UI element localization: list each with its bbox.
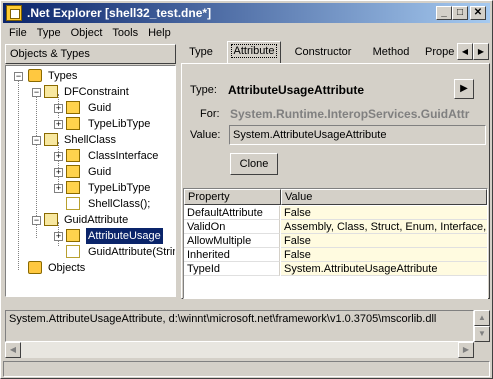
menu-help[interactable]: Help [144, 24, 175, 42]
tab-method[interactable]: Method [365, 43, 417, 63]
property-value[interactable]: System.AttributeUsageAttribute [281, 262, 487, 276]
tree-node-label: GuidAttribute [64, 214, 129, 226]
property-name: TypeId [184, 262, 280, 276]
status-bar [3, 361, 490, 377]
maximize-button[interactable]: □ [452, 6, 468, 20]
menu-type[interactable]: Type [33, 24, 65, 42]
for-label: For: [200, 108, 220, 120]
column-header-property[interactable]: Property [184, 189, 281, 205]
type-icon [66, 229, 80, 242]
tab-property[interactable]: Prope [425, 43, 459, 63]
status-output: System.AttributeUsageAttribute, d:\winnt… [5, 310, 474, 342]
type-icon [66, 165, 80, 178]
type-icon [66, 181, 80, 194]
expand-icon[interactable]: + [54, 232, 63, 241]
expand-icon[interactable]: + [54, 104, 63, 113]
tree-node-label: GuidAttribute(Strin [88, 246, 176, 258]
expand-icon[interactable]: + [54, 120, 63, 129]
scroll-down-button[interactable]: ▼ [474, 326, 490, 342]
table-row[interactable]: ValidOn Assembly, Class, Struct, Enum, I… [184, 220, 487, 234]
table-row[interactable]: Inherited False [184, 248, 487, 262]
property-value[interactable]: False [281, 248, 487, 262]
method-icon [66, 197, 80, 210]
minimize-button[interactable]: _ [436, 6, 452, 20]
tree-node-label: ShellClass [64, 134, 116, 146]
namespace-icon [28, 69, 42, 82]
tree-header: Objects & Types [5, 44, 176, 64]
menu-object[interactable]: Object [67, 24, 107, 42]
class-icon [44, 85, 58, 98]
property-value[interactable]: False [281, 206, 487, 220]
collapse-icon[interactable]: − [32, 136, 41, 145]
collapse-icon[interactable]: − [32, 216, 41, 225]
tree-node-label: Guid [88, 166, 112, 178]
method-icon [66, 245, 80, 258]
for-value: System.Runtime.InteropServices.GuidAttr [230, 107, 470, 121]
table-row[interactable]: DefaultAttribute False [184, 206, 487, 220]
tab-scroll-right-button[interactable]: ▶ [473, 43, 489, 60]
tab-strip: Type Attribute Constructor Method Prope … [181, 41, 490, 63]
menu-tools[interactable]: Tools [108, 24, 142, 42]
tab-label: Prope [425, 46, 455, 58]
type-label: Type: [190, 84, 217, 96]
tree-node-label: DFConstraint [64, 86, 129, 98]
title-bar[interactable]: .Net Explorer [shell32_test.dne*] _ □ ✕ [3, 3, 490, 23]
type-icon [66, 117, 80, 130]
expand-icon[interactable]: + [54, 152, 63, 161]
scroll-up-button[interactable]: ▲ [474, 310, 490, 326]
tree-line [18, 78, 19, 270]
main-window: .Net Explorer [shell32_test.dne*] _ □ ✕ … [0, 0, 493, 379]
tree-node-label: Guid [88, 102, 112, 114]
property-name: AllowMultiple [184, 234, 280, 248]
clone-button[interactable]: Clone [230, 153, 278, 175]
scroll-right-button[interactable]: ▶ [458, 342, 474, 358]
property-value[interactable]: Assembly, Class, Struct, Enum, Interface… [281, 220, 487, 234]
type-icon [66, 101, 80, 114]
property-name: ValidOn [184, 220, 280, 234]
tree-node-label: ShellClass(); [88, 198, 151, 210]
scroll-left-button[interactable]: ◀ [5, 342, 21, 358]
status-horizontal-scrollbar[interactable]: ◀ ▶ [5, 342, 474, 358]
tree-node-label: ClassInterface [88, 150, 159, 162]
navigate-type-button[interactable]: ▶ [454, 79, 474, 99]
type-icon [66, 149, 80, 162]
folder-icon [28, 261, 42, 274]
collapse-icon[interactable]: − [14, 72, 23, 81]
value-field[interactable]: System.AttributeUsageAttribute [229, 125, 486, 145]
tree-node-label: TypeLibType [88, 182, 151, 194]
app-icon [6, 5, 22, 21]
class-icon [44, 133, 58, 146]
class-icon [44, 213, 58, 226]
menu-bar: File Type Object Tools Help [3, 24, 490, 42]
tab-label: Type [189, 46, 213, 58]
tab-constructor[interactable]: Constructor [289, 43, 357, 63]
tree-node-label: Objects [48, 262, 86, 274]
tab-attribute[interactable]: Attribute [227, 41, 281, 63]
property-name: DefaultAttribute [184, 206, 280, 220]
tab-label: Constructor [294, 46, 352, 58]
type-value: AttributeUsageAttribute [228, 83, 365, 97]
tab-type[interactable]: Type [183, 43, 219, 63]
object-tree[interactable]: − Types − DFConstraint + Guid + TypeLibT… [5, 65, 176, 297]
table-row[interactable]: TypeId System.AttributeUsageAttribute [184, 262, 487, 276]
column-header-value[interactable]: Value [281, 189, 487, 205]
tree-node-label: TypeLibType [88, 118, 151, 130]
property-name: Inherited [184, 248, 280, 262]
tab-scroll-left-button[interactable]: ◀ [457, 43, 473, 60]
close-button[interactable]: ✕ [470, 6, 486, 20]
tab-label: Method [372, 46, 410, 58]
tree-node-label-selected: AttributeUsage [86, 228, 163, 244]
status-vertical-scrollbar[interactable]: ▲ ▼ [474, 310, 490, 342]
collapse-icon[interactable]: − [32, 88, 41, 97]
tab-label: Attribute [230, 44, 278, 58]
property-value[interactable]: False [281, 234, 487, 248]
expand-icon[interactable]: + [54, 184, 63, 193]
window-title: .Net Explorer [shell32_test.dne*] [27, 6, 212, 20]
expand-icon[interactable]: + [54, 168, 63, 177]
property-grid[interactable]: Property Value DefaultAttribute False Va… [183, 188, 488, 299]
tree-node-label: Types [48, 70, 78, 82]
table-row[interactable]: AllowMultiple False [184, 234, 487, 248]
value-label: Value: [190, 129, 221, 141]
menu-file[interactable]: File [5, 24, 31, 42]
